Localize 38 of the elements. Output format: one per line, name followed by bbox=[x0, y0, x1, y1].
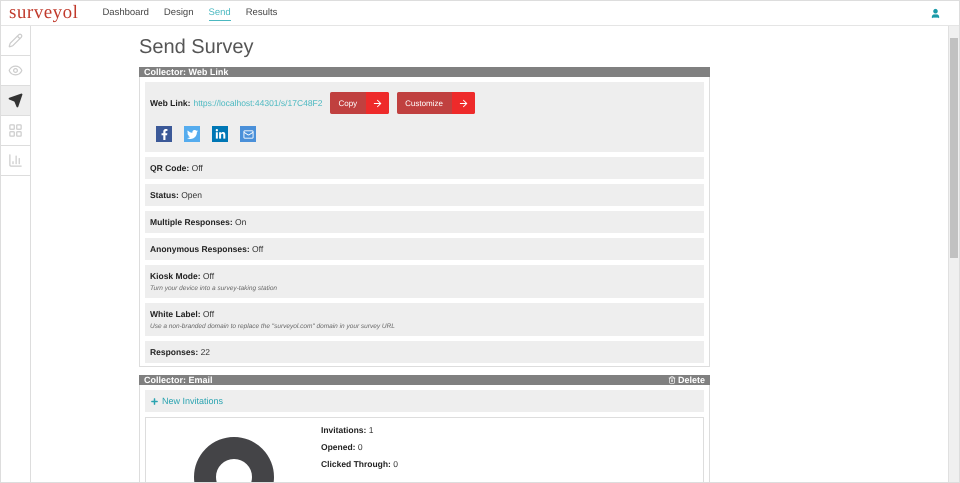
arrow-icon bbox=[372, 98, 384, 108]
eye-icon bbox=[8, 63, 23, 78]
collector-title: Collector: Web Link bbox=[144, 67, 228, 77]
collector-title: Collector: Email bbox=[144, 375, 213, 385]
nav-tab[interactable]: Dashboard bbox=[102, 5, 149, 21]
twitter-icon[interactable] bbox=[184, 126, 200, 142]
trash-icon bbox=[668, 376, 676, 384]
customize-button[interactable]: Customize bbox=[397, 92, 475, 114]
setting-text: White Label: Off bbox=[150, 309, 214, 319]
arrow-icon bbox=[458, 98, 469, 108]
paper-plane-icon bbox=[8, 93, 23, 108]
plus-icon bbox=[150, 396, 159, 406]
setting-text: Opened: 0 bbox=[321, 442, 364, 452]
bar-chart-icon bbox=[8, 153, 23, 168]
scrollbar[interactable] bbox=[948, 26, 959, 482]
email-icon[interactable] bbox=[240, 126, 256, 142]
pencil-icon bbox=[8, 33, 23, 48]
page-title: Send Survey bbox=[139, 36, 255, 59]
setting-text: Invitations: 1 bbox=[321, 425, 374, 435]
setting-text: Anonymous Responses: Off bbox=[150, 244, 264, 254]
brand-logo[interactable]: surveyol bbox=[9, 2, 78, 24]
nav-tab[interactable]: Results bbox=[246, 5, 278, 21]
setting-text: Multiple Responses: On bbox=[150, 217, 246, 227]
linkedin-icon[interactable] bbox=[212, 126, 228, 142]
copy-button[interactable]: Copy bbox=[330, 92, 390, 114]
sidebar-item[interactable] bbox=[1, 86, 30, 116]
new-invitations-link[interactable]: New Invitations bbox=[150, 396, 699, 406]
delete-link[interactable]: Delete bbox=[668, 375, 705, 385]
setting-text: Clicked Through: 0 bbox=[321, 459, 398, 469]
setting-text: QR Code: Off bbox=[150, 163, 203, 173]
user-icon[interactable] bbox=[930, 8, 941, 18]
setting-text: Status: Open bbox=[150, 190, 202, 200]
setting-text: Kiosk Mode: Off bbox=[150, 271, 214, 281]
nav-tab[interactable]: Design bbox=[164, 5, 194, 21]
facebook-icon[interactable] bbox=[156, 126, 172, 142]
setting-text: Responses: 22 bbox=[150, 347, 210, 357]
web-link-label: Web Link: bbox=[150, 98, 190, 108]
grid-icon bbox=[8, 123, 23, 138]
